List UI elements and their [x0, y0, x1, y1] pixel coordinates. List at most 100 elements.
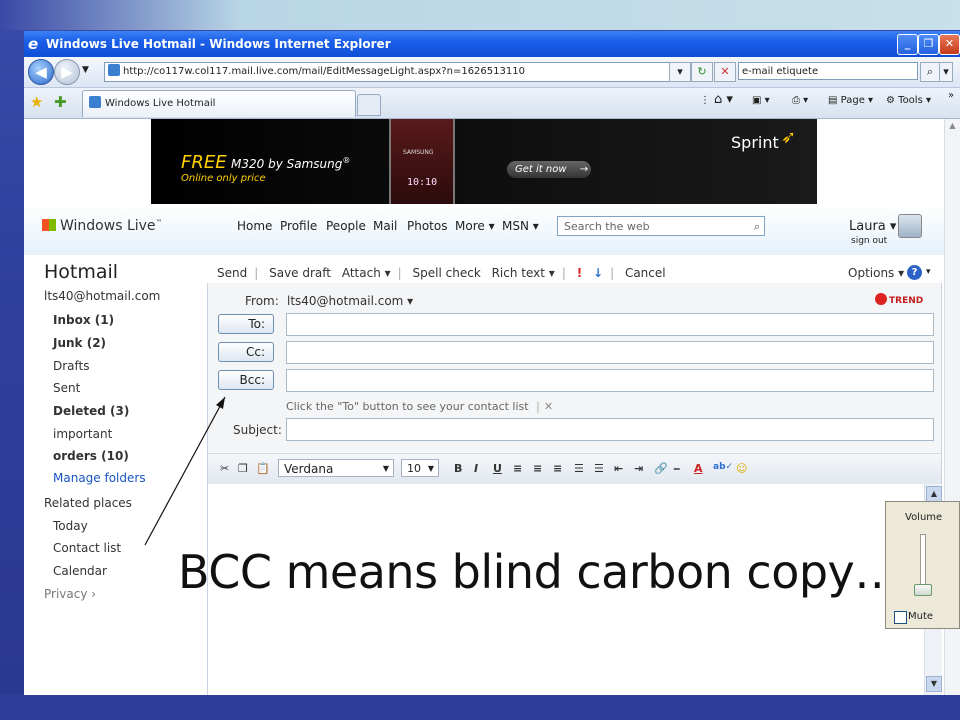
to-button[interactable]: To:	[218, 314, 274, 334]
search-options-icon[interactable]: ▾	[939, 62, 953, 82]
search-icon[interactable]: ⌕	[754, 217, 760, 237]
maximize-button[interactable]: ❐	[918, 34, 939, 55]
sprint-logo: Sprint	[731, 133, 779, 152]
ad-get-it-now-button[interactable]: Get it now →	[507, 161, 591, 178]
avatar[interactable]	[898, 214, 922, 238]
folder-inbox[interactable]: Inbox (1)	[53, 313, 114, 327]
rich-text-button[interactable]: Rich text ▾	[492, 266, 555, 280]
stop-icon[interactable]: ✕	[714, 62, 736, 82]
new-tab-button[interactable]	[357, 94, 381, 116]
folder-orders[interactable]: orders (10)	[53, 449, 129, 463]
cc-field[interactable]	[286, 341, 934, 364]
back-button[interactable]: ◀	[28, 59, 54, 85]
scroll-down-icon[interactable]: ▼	[926, 676, 942, 692]
increase-indent-icon[interactable]: ⇥	[634, 462, 643, 475]
mute-label: Mute	[908, 611, 934, 622]
page-menu[interactable]: ▤ Page ▾	[828, 95, 873, 106]
numbered-list-icon[interactable]: ☰	[574, 462, 584, 475]
related-contact-list[interactable]: Contact list	[53, 541, 121, 555]
nav-profile[interactable]: Profile	[280, 219, 317, 233]
cut-icon[interactable]: ✂	[220, 462, 229, 475]
options-menu[interactable]: Options ▾	[848, 266, 904, 280]
user-name-menu[interactable]: Laura ▾	[849, 219, 896, 234]
low-importance-icon[interactable]: ↓	[593, 266, 603, 280]
privacy-link[interactable]: Privacy ›	[44, 587, 96, 601]
forward-button[interactable]: ▶	[54, 59, 80, 85]
bcc-field[interactable]	[286, 369, 934, 392]
search-icon[interactable]: ⌕	[920, 62, 940, 82]
cancel-button[interactable]: Cancel	[625, 266, 666, 280]
minimize-button[interactable]: _	[897, 34, 918, 55]
address-bar[interactable]: http://co117w.col117.mail.live.com/mail/…	[104, 62, 682, 82]
to-field[interactable]	[286, 313, 934, 336]
horizontal-line-icon[interactable]: ⎯	[674, 462, 680, 476]
history-dropdown-icon[interactable]: ▼	[82, 65, 89, 75]
address-dropdown-icon[interactable]: ▾	[669, 62, 691, 82]
tab-windows-live-hotmail[interactable]: Windows Live Hotmail	[82, 90, 356, 117]
folder-deleted[interactable]: Deleted (3)	[53, 404, 129, 418]
nav-photos[interactable]: Photos	[407, 219, 447, 233]
font-select[interactable]: Verdana ▼	[278, 459, 394, 477]
copy-icon[interactable]: ❐	[238, 462, 248, 475]
help-icon[interactable]: ?	[907, 265, 922, 280]
attach-button[interactable]: Attach ▾	[342, 266, 391, 280]
folder-sent[interactable]: Sent	[53, 381, 80, 395]
add-favorites-icon[interactable]: ✚	[54, 93, 67, 111]
hyperlink-icon[interactable]: 🔗	[654, 462, 668, 475]
folder-drafts[interactable]: Drafts	[53, 359, 90, 373]
windows-live-logo[interactable]: Windows Live™	[42, 218, 163, 234]
font-size-select[interactable]: 10 ▼	[401, 459, 439, 477]
nav-mail[interactable]: Mail	[373, 219, 397, 233]
favorites-star-icon[interactable]: ★	[30, 93, 43, 111]
align-left-icon[interactable]: ≡	[513, 462, 522, 475]
close-button[interactable]: ✕	[939, 34, 960, 55]
underline-icon[interactable]: U	[493, 462, 502, 475]
advertisement-banner[interactable]: FREE M320 by Samsung® Online only price …	[151, 119, 817, 204]
chevron-down-icon: ▼	[382, 464, 389, 473]
manage-folders-link[interactable]: Manage folders	[53, 471, 146, 485]
bold-icon[interactable]: B	[454, 462, 462, 475]
web-search-input[interactable]: Search the web ⌕	[557, 216, 765, 236]
sign-out-link[interactable]: sign out	[851, 236, 887, 246]
spell-check-icon[interactable]: ab✓	[713, 462, 733, 472]
italic-icon[interactable]: I	[474, 462, 478, 475]
browser-search-input[interactable]: e-mail etiquete	[738, 62, 918, 80]
nav-home[interactable]: Home	[237, 219, 272, 233]
mute-checkbox[interactable]	[894, 611, 907, 624]
folder-important[interactable]: important	[53, 427, 112, 441]
high-importance-icon[interactable]: !	[577, 266, 582, 280]
subject-field[interactable]	[286, 418, 934, 441]
align-right-icon[interactable]: ≡	[553, 462, 562, 475]
feeds-icon[interactable]: ▣ ▾	[752, 95, 770, 106]
refresh-icon[interactable]: ↻	[691, 62, 713, 82]
emoticon-icon[interactable]: ☺	[736, 462, 747, 475]
related-calendar[interactable]: Calendar	[53, 564, 107, 578]
nav-people[interactable]: People	[326, 219, 366, 233]
paste-icon[interactable]: 📋	[256, 462, 270, 475]
home-icon[interactable]: ⌂ ▾	[714, 92, 733, 107]
volume-slider-thumb[interactable]	[914, 584, 932, 596]
spell-check-button[interactable]: Spell check	[413, 266, 481, 280]
page-content: FREE M320 by Samsung® Online only price …	[24, 119, 960, 695]
font-color-icon[interactable]: A	[694, 462, 703, 475]
folder-junk[interactable]: Junk (2)	[53, 336, 106, 350]
print-icon[interactable]: ⎙ ▾	[792, 95, 808, 106]
bcc-button[interactable]: Bcc:	[218, 370, 274, 390]
scroll-up-icon[interactable]: ▲	[946, 121, 959, 134]
cc-button[interactable]: Cc:	[218, 342, 274, 362]
chevron-more-icon[interactable]: »	[948, 90, 954, 101]
hint-close-icon[interactable]: ✕	[544, 400, 553, 413]
scroll-up-icon[interactable]: ▲	[926, 486, 942, 502]
tab-favicon-icon	[89, 96, 101, 108]
bullet-list-icon[interactable]: ☰	[594, 462, 604, 475]
tools-menu[interactable]: ⚙ Tools ▾	[886, 95, 931, 106]
related-today[interactable]: Today	[53, 519, 88, 533]
send-button[interactable]: Send	[217, 266, 247, 280]
nav-more[interactable]: More ▾	[455, 219, 495, 233]
save-draft-button[interactable]: Save draft	[269, 266, 331, 280]
from-select[interactable]: lts40@hotmail.com ▾	[287, 294, 413, 308]
align-center-icon[interactable]: ≡	[533, 462, 542, 475]
decrease-indent-icon[interactable]: ⇤	[614, 462, 623, 475]
help-dropdown-icon[interactable]: ▾	[926, 267, 931, 277]
nav-msn[interactable]: MSN ▾	[502, 219, 539, 233]
